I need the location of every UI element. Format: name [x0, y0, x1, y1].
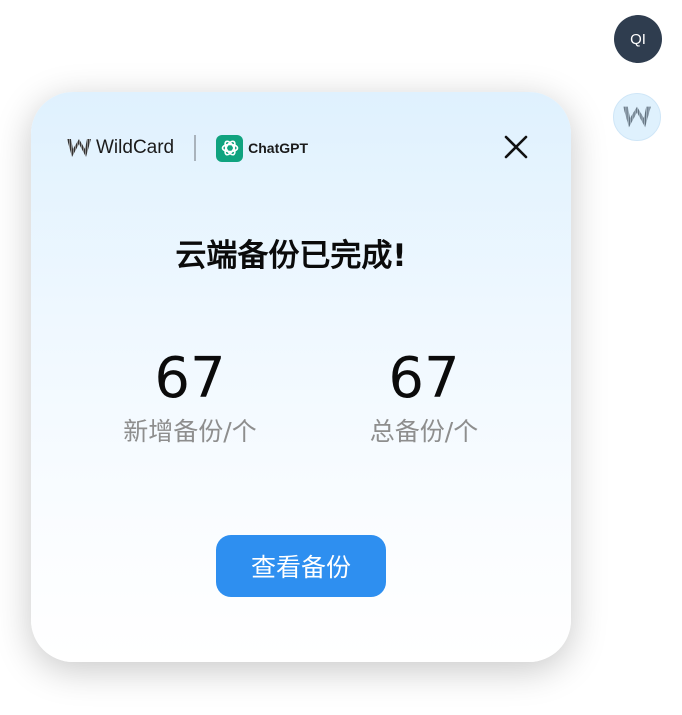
wildcard-extension-button[interactable] [613, 93, 661, 141]
total-backups-stat: 67 总备份/个 [314, 344, 534, 450]
close-icon [504, 135, 528, 159]
close-button[interactable] [501, 132, 531, 162]
user-avatar-initials: QI [630, 30, 646, 48]
total-backups-label: 总备份/个 [369, 417, 479, 446]
view-backups-button[interactable]: 查看备份 [216, 535, 386, 597]
total-backups-count: 67 [388, 346, 460, 411]
brand-divider [194, 135, 197, 161]
new-backups-count: 67 [154, 346, 226, 411]
chatgpt-name: ChatGPT [248, 140, 309, 156]
wildcard-logo-icon [67, 139, 91, 157]
backup-complete-dialog: WildCard ChatGPT 云端备份已完成! 67 新增备份/个 67 总… [31, 92, 571, 662]
wildcard-brand-name: WildCard [96, 137, 175, 158]
brand-header: WildCard ChatGPT [66, 133, 308, 163]
wildcard-w-icon [623, 106, 651, 128]
chatgpt-logo-icon [216, 134, 244, 162]
dialog-title: 云端备份已完成! [175, 238, 407, 274]
new-backups-stat: 67 新增备份/个 [80, 344, 300, 450]
new-backups-label: 新增备份/个 [123, 417, 257, 446]
user-avatar[interactable]: QI [614, 15, 662, 63]
